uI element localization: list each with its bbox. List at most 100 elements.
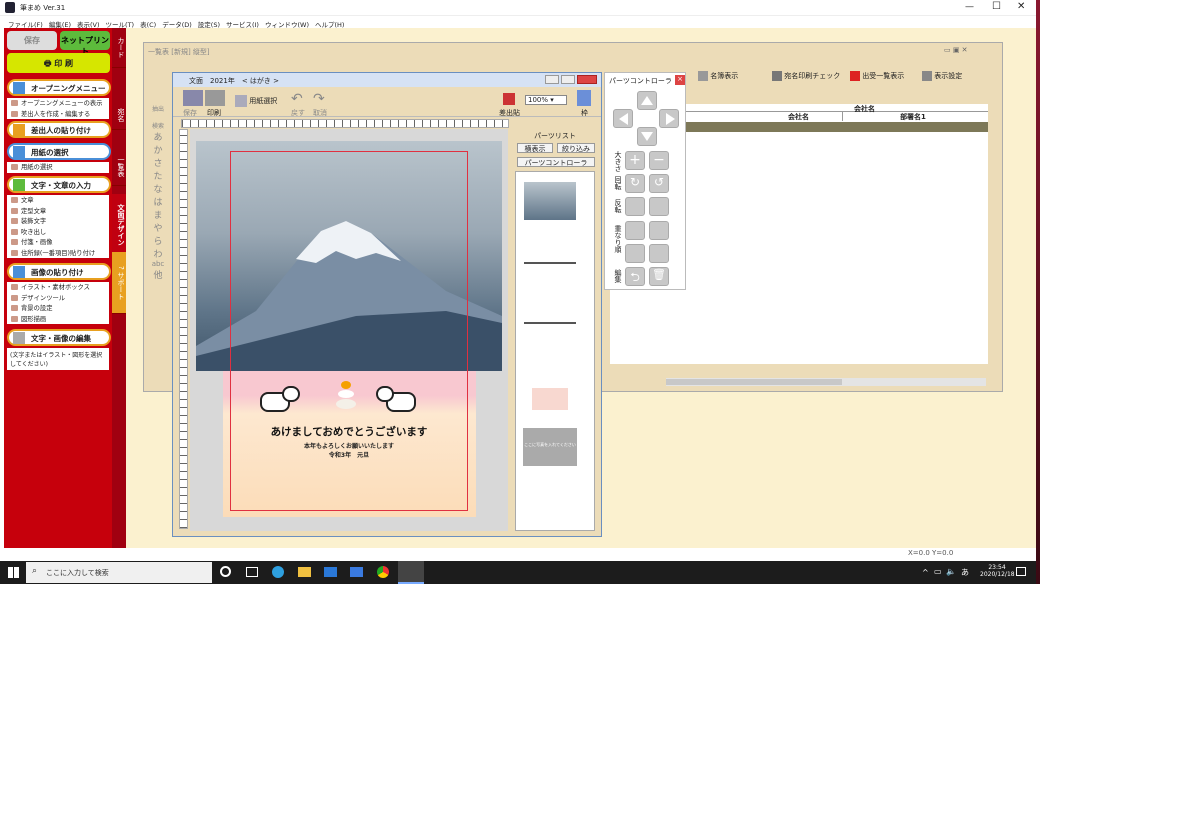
send-backward-button[interactable] — [649, 244, 669, 263]
kana-abc[interactable]: abc — [148, 260, 168, 268]
submenu-template-text[interactable]: 定型文章 — [7, 206, 109, 217]
design-canvas[interactable]: あけましておめでとうございます 本年もよろしくお願いいたします 令和3年 元旦 — [190, 129, 508, 531]
flip-h-button[interactable] — [625, 197, 645, 216]
parts-controller-button[interactable]: パーツコントローラ — [517, 157, 595, 167]
minimize-button[interactable]: — — [965, 2, 974, 12]
kana-wa[interactable]: わ — [148, 247, 168, 260]
submenu-paper-select[interactable]: 用紙の選択 — [7, 162, 109, 173]
send-back-button[interactable] — [625, 244, 645, 263]
tab-design[interactable]: 文面デザイン — [112, 194, 126, 256]
submenu-illust-box[interactable]: イラスト・素材ボックス — [7, 282, 109, 293]
tab-card[interactable]: カード — [112, 28, 126, 68]
display-settings-button[interactable]: 表示設定 — [922, 71, 962, 81]
kana-ya[interactable]: や — [148, 221, 168, 234]
thumbnail-placeholder[interactable]: ここに写真を入れてください — [523, 428, 577, 466]
cow-illustration[interactable] — [260, 384, 320, 414]
doc-minimize-button[interactable] — [545, 75, 559, 84]
print-icon[interactable] — [205, 90, 225, 106]
mail-icon[interactable] — [324, 567, 337, 577]
tab-support[interactable]: ? サポート — [112, 252, 126, 314]
maximize-button[interactable]: ☐ — [992, 1, 1001, 12]
kana-ta[interactable]: た — [148, 169, 168, 182]
chrome-icon[interactable] — [377, 566, 389, 578]
kana-ha[interactable]: は — [148, 195, 168, 208]
thumbnail-text[interactable] — [524, 322, 576, 324]
save-icon[interactable] — [183, 90, 203, 106]
fudemame-taskbar-icon[interactable] — [398, 561, 424, 584]
edge-icon[interactable] — [272, 566, 284, 578]
horizontal-scrollbar[interactable] — [666, 378, 986, 386]
undo-edit-button[interactable]: ⮌ — [625, 267, 645, 286]
rotate-ccw-button[interactable]: ↺ — [649, 174, 669, 193]
kana-a[interactable]: あ — [148, 130, 168, 143]
opening-menu-button[interactable]: オープニングメニュー — [7, 79, 111, 96]
doc-close-button[interactable] — [577, 75, 597, 84]
submenu-address-paste[interactable]: 住所録(一番項目)貼り付け — [7, 248, 109, 259]
filter-button[interactable]: 絞り込み — [557, 143, 595, 153]
flip-v-button[interactable] — [649, 197, 669, 216]
notification-icon[interactable] — [1016, 567, 1026, 576]
greeting-line2[interactable]: 本年もよろしくお願いいたします — [230, 441, 468, 450]
tray-chevron-icon[interactable]: ^ — [922, 568, 929, 577]
kana-sa[interactable]: さ — [148, 156, 168, 169]
close-button[interactable]: ✕ — [1017, 1, 1025, 12]
save-button[interactable]: 保存 — [7, 31, 57, 50]
explorer-icon[interactable] — [298, 567, 311, 577]
send-receive-button[interactable]: 出受一覧表示 — [850, 71, 904, 81]
submenu-balloon[interactable]: 吹き出し — [7, 227, 109, 238]
print-button[interactable]: 🖶 印 刷 — [7, 53, 110, 73]
column-header-company[interactable]: 会社名 — [755, 112, 843, 121]
task-view-icon[interactable] — [246, 567, 258, 577]
redo-icon[interactable]: ↷ — [313, 91, 325, 107]
zoom-select[interactable]: 100% ▾ — [525, 95, 567, 105]
cortana-icon[interactable] — [220, 566, 231, 577]
list-window-controls[interactable]: ▭ ▣ ✕ — [944, 46, 968, 54]
submenu-shape[interactable]: 図形描画 — [7, 314, 109, 325]
roster-view-button[interactable]: 名簿表示 — [698, 71, 738, 81]
kana-ka[interactable]: か — [148, 143, 168, 156]
paper-select-button[interactable]: 用紙選択 — [235, 95, 277, 107]
kana-other[interactable]: 他 — [148, 268, 168, 281]
move-up-button[interactable] — [637, 91, 657, 110]
submenu-sticky[interactable]: 付箋・画像 — [7, 237, 109, 248]
clock[interactable]: 23:54 2020/12/18 — [980, 564, 1015, 578]
pctrl-close-button[interactable]: × — [675, 75, 685, 85]
undo-icon[interactable]: ↶ — [291, 91, 303, 107]
net-print-button[interactable]: ネットプリント — [60, 31, 110, 56]
doc-maximize-button[interactable] — [561, 75, 575, 84]
sender-paste-button[interactable]: 差出人の貼り付け — [7, 121, 111, 138]
bring-forward-button[interactable] — [649, 221, 669, 240]
frame-icon[interactable] — [577, 90, 591, 106]
submenu-text[interactable]: 文章 — [7, 195, 109, 206]
tab-address[interactable]: 宛名 — [112, 100, 126, 130]
ime-indicator[interactable]: あ — [961, 567, 969, 578]
greeting-line3[interactable]: 令和3年 元旦 — [230, 450, 468, 459]
submenu-opening-show[interactable]: オープニングメニューの表示 — [7, 98, 109, 109]
volume-icon[interactable]: 🔈 — [946, 567, 956, 576]
bring-front-button[interactable] — [625, 221, 645, 240]
store-icon[interactable] — [350, 567, 363, 577]
horizontal-view-button[interactable]: 横表示 — [517, 143, 553, 153]
greeting-text[interactable]: あけましておめでとうございます — [230, 424, 468, 439]
image-paste-button[interactable]: 画像の貼り付け — [7, 263, 111, 280]
network-icon[interactable]: ▭ — [934, 567, 942, 576]
move-right-button[interactable] — [659, 109, 679, 128]
enlarge-button[interactable]: + — [625, 151, 645, 170]
taskbar-search-input[interactable]: ⌕ ここに入力して検索 — [26, 562, 212, 583]
kana-ma[interactable]: ま — [148, 208, 168, 221]
thumbnail-photo[interactable] — [524, 182, 576, 220]
kana-ra[interactable]: ら — [148, 234, 168, 247]
submenu-design-tool[interactable]: デザインツール — [7, 293, 109, 304]
move-left-button[interactable] — [613, 109, 633, 128]
submenu-sender-edit[interactable]: 差出人を作成・編集する — [7, 109, 109, 120]
tab-list[interactable]: 一覧表 — [112, 148, 126, 186]
edit-button[interactable]: 文字・画像の編集 — [7, 329, 111, 346]
shrink-button[interactable]: − — [649, 151, 669, 170]
rotate-cw-button[interactable]: ↻ — [625, 174, 645, 193]
cow-illustration[interactable] — [368, 384, 428, 414]
submenu-background[interactable]: 背景の設定 — [7, 303, 109, 314]
kagamimochi-illustration[interactable] — [336, 381, 356, 411]
thumbnail-greeting[interactable] — [524, 262, 576, 264]
column-header-dept[interactable]: 部署名1 — [843, 112, 983, 121]
sender-paste-icon[interactable] — [503, 93, 515, 105]
